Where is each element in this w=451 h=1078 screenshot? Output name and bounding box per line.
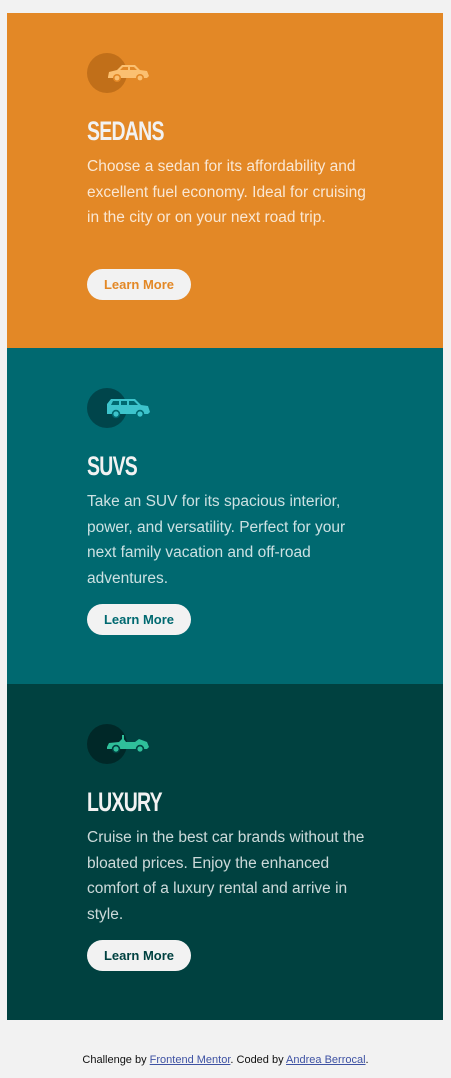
luxury-car-icon	[87, 724, 151, 764]
card-description: Take an SUV for its spacious interior, p…	[87, 493, 346, 587]
attribution-suffix: .	[365, 1054, 369, 1066]
card-title: Sedans	[87, 116, 164, 146]
card-title: Luxury	[87, 787, 163, 817]
suv-car-icon	[87, 388, 151, 428]
author-link[interactable]: Andrea Berrocal	[286, 1054, 366, 1066]
frontend-mentor-link[interactable]: Frontend Mentor	[150, 1054, 231, 1066]
learn-more-button[interactable]: Learn More	[87, 940, 191, 971]
card-title: SUVs	[87, 451, 138, 481]
attribution-middle: . Coded by	[230, 1054, 287, 1066]
attribution: Challenge by Frontend Mentor. Coded by A…	[0, 1054, 451, 1066]
card-description: Choose a sedan for its affordability and…	[87, 158, 366, 226]
sedan-car-icon	[87, 53, 151, 93]
learn-more-button[interactable]: Learn More	[87, 604, 191, 635]
card-suvs: SUVs Take an SUV for its spacious interi…	[7, 348, 443, 684]
card-description: Cruise in the best car brands without th…	[87, 829, 365, 923]
learn-more-button[interactable]: Learn More	[87, 269, 191, 300]
car-cards: Sedans Choose a sedan for its affordabil…	[7, 13, 443, 1020]
card-sedans: Sedans Choose a sedan for its affordabil…	[7, 13, 443, 348]
card-luxury: Luxury Cruise in the best car brands wit…	[7, 684, 443, 1020]
attribution-prefix: Challenge by	[82, 1054, 150, 1066]
